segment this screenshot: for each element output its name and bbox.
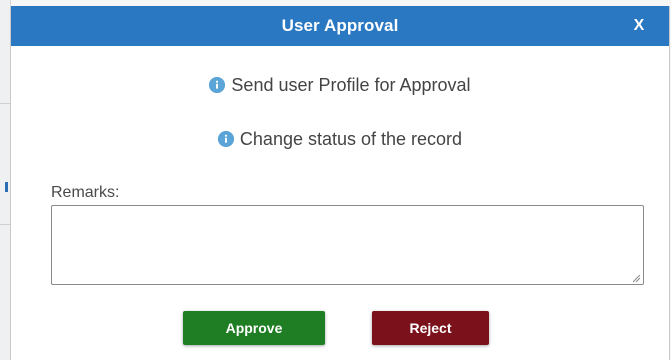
page: User Approval X Send user Profile for Ap…: [0, 0, 671, 360]
resize-grip-icon[interactable]: [631, 273, 641, 283]
background-divider: [0, 103, 10, 104]
remarks-textarea[interactable]: [51, 205, 644, 285]
info-message-text: Send user Profile for Approval: [231, 74, 471, 95]
remarks-label: Remarks:: [51, 184, 120, 201]
info-message-status: Change status of the record: [11, 127, 669, 151]
info-message-approval: Send user Profile for Approval: [11, 73, 669, 97]
dialog-titlebar: User Approval X: [11, 6, 669, 46]
info-message-text: Change status of the record: [239, 128, 463, 149]
dialog-title: User Approval: [281, 16, 399, 35]
approve-button[interactable]: Approve: [183, 311, 325, 345]
reject-button[interactable]: Reject: [372, 311, 489, 345]
background-marker: [5, 182, 8, 192]
background-divider: [0, 224, 10, 225]
close-button[interactable]: X: [627, 6, 651, 46]
user-approval-dialog: User Approval X Send user Profile for Ap…: [10, 6, 670, 360]
info-icon: [209, 77, 226, 93]
info-icon: [217, 131, 234, 147]
